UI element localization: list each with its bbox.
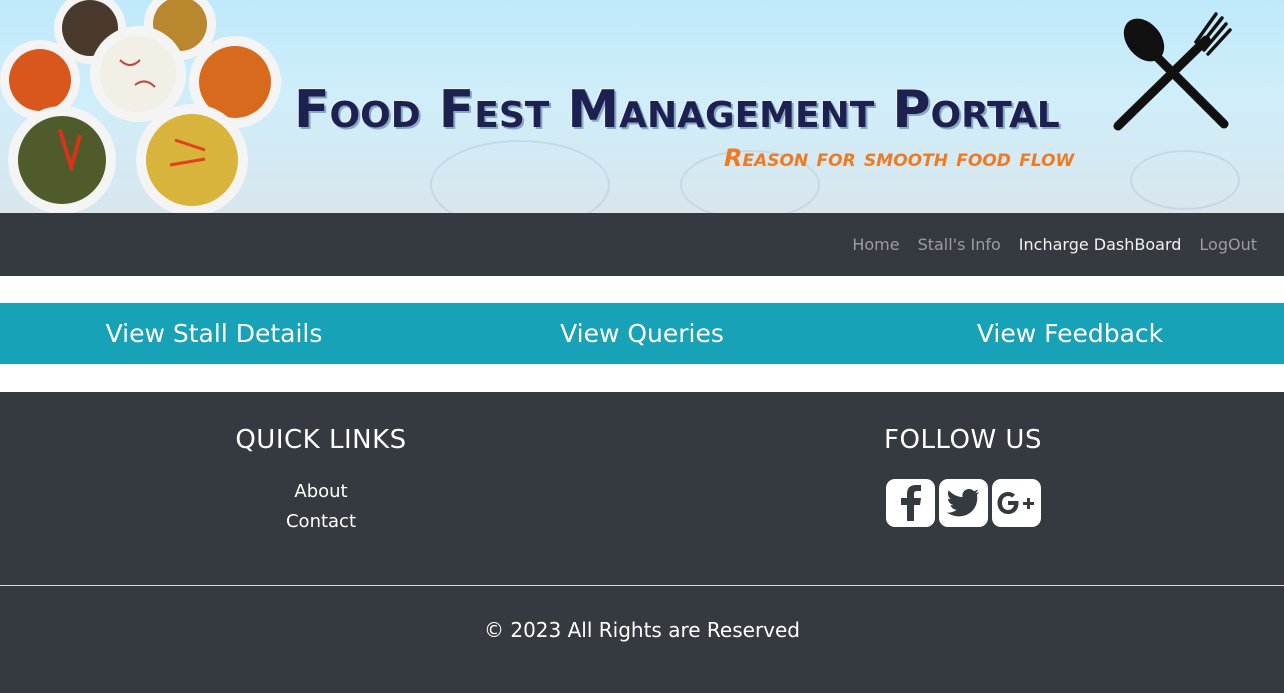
about-link[interactable]: About — [0, 477, 642, 507]
contact-link[interactable]: Contact — [0, 507, 642, 537]
dashboard-actions: View Stall Details View Queries View Fee… — [0, 303, 1284, 364]
site-title: Food Fest Management Portal — [294, 80, 1060, 140]
facebook-icon[interactable] — [885, 479, 935, 527]
header-banner: Food Fest Management Portal Reason for s… — [0, 0, 1284, 213]
nav-incharge-dashboard[interactable]: Incharge DashBoard — [1019, 235, 1182, 254]
view-queries-link[interactable]: View Queries — [428, 319, 856, 348]
spoon-fork-icon — [1113, 12, 1232, 131]
quick-links-heading: QUICK LINKS — [235, 425, 407, 455]
social-icons — [642, 479, 1284, 527]
quick-links-column: QUICK LINKS About Contact — [0, 392, 642, 585]
footer-divider — [0, 585, 1284, 586]
background-pan-outline — [1130, 150, 1240, 210]
google-plus-icon[interactable] — [991, 479, 1041, 527]
nav-home[interactable]: Home — [852, 235, 899, 254]
nav-logout[interactable]: LogOut — [1199, 235, 1257, 254]
follow-us-column: FOLLOW US — [642, 392, 1284, 585]
copyright-text: © 2023 All Rights are Reserved — [484, 618, 800, 642]
site-footer: QUICK LINKS About Contact FOLLOW US © 20… — [0, 392, 1284, 693]
quick-links-list: About Contact — [0, 477, 642, 537]
site-tagline: Reason for smooth food flow — [724, 144, 1075, 172]
follow-us-heading: FOLLOW US — [884, 425, 1042, 455]
brand-block: Food Fest Management Portal Reason for s… — [294, 80, 1094, 180]
top-navbar: Home Stall's Info Incharge DashBoard Log… — [0, 213, 1284, 276]
nav-stalls-info[interactable]: Stall's Info — [918, 235, 1001, 254]
view-feedback-link[interactable]: View Feedback — [856, 319, 1284, 348]
twitter-icon[interactable] — [938, 479, 988, 527]
food-plates-image — [0, 0, 281, 213]
view-stall-details-link[interactable]: View Stall Details — [0, 319, 428, 348]
